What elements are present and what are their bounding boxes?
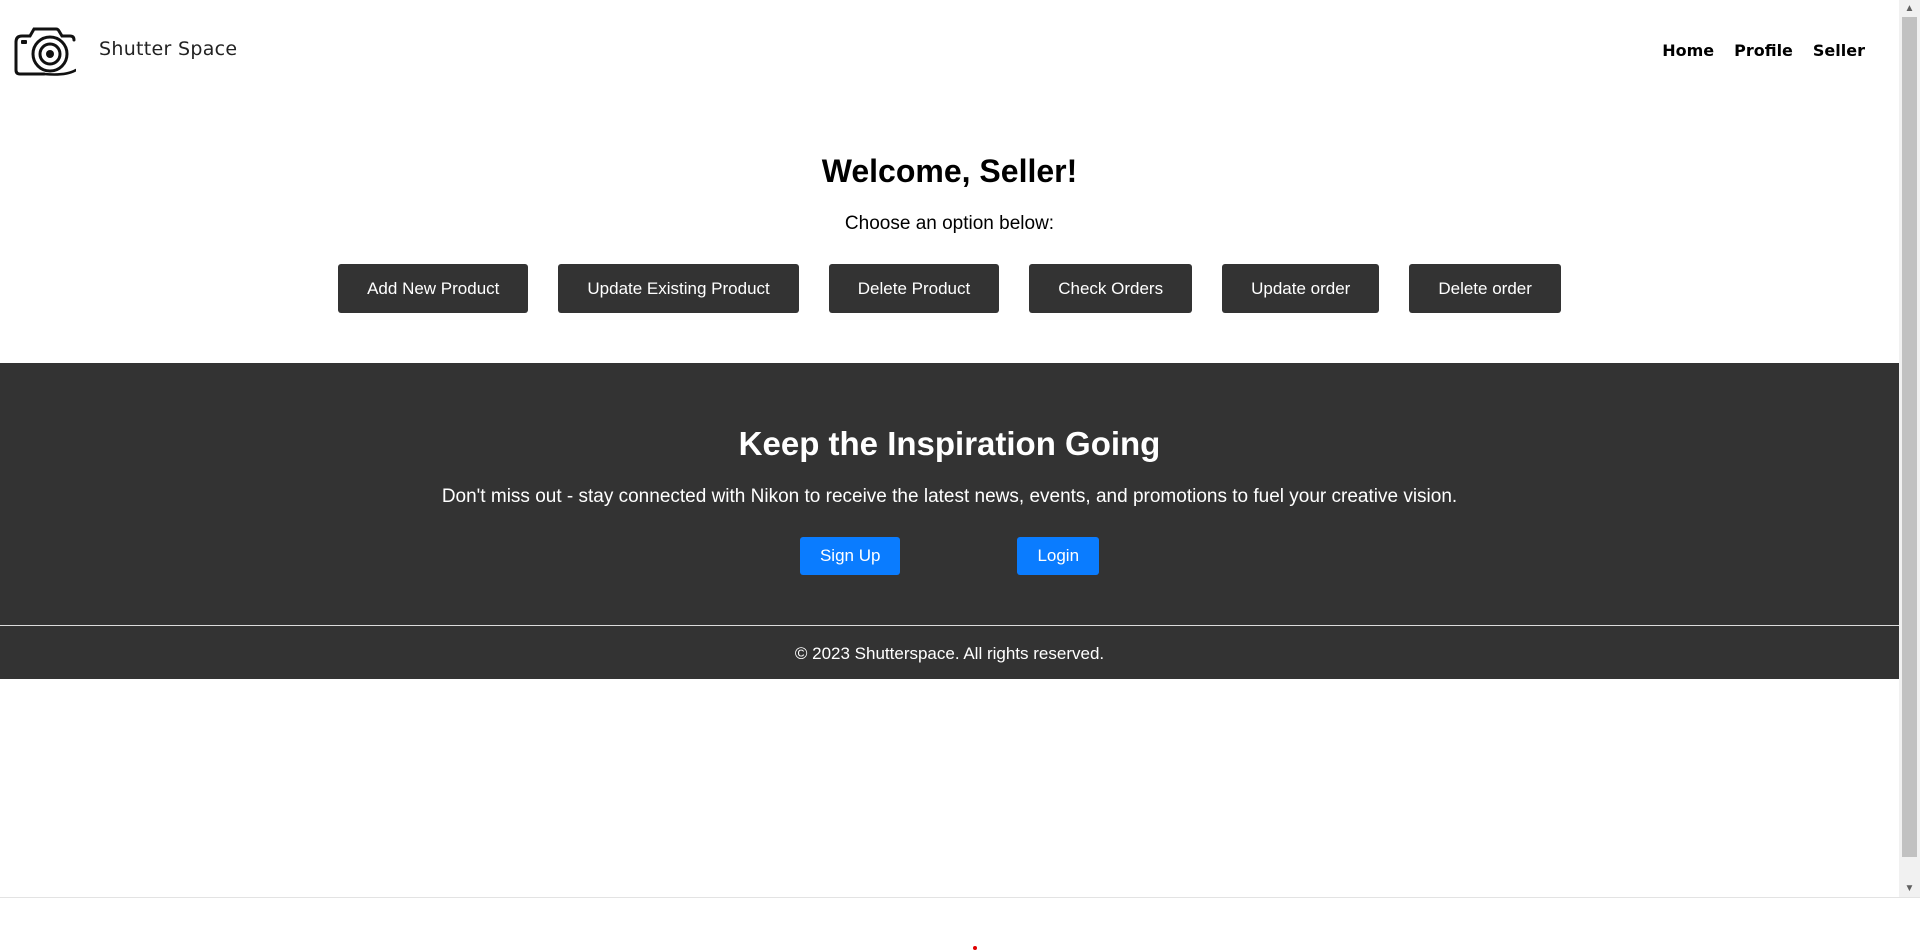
check-orders-button[interactable]: Check Orders (1029, 264, 1193, 313)
page-title: Welcome, Seller! (821, 153, 1078, 189)
brand-name: Shutter Space (99, 38, 238, 60)
site-header: Shutter Space Home Profile Seller (0, 0, 1899, 102)
scroll-down-arrow-icon[interactable]: ▼ (1899, 880, 1920, 897)
seller-actions: Add New Product Update Existing Product … (0, 264, 1899, 313)
main-nav: Home Profile Seller (1662, 41, 1865, 60)
page-subtitle: Choose an option below: (844, 213, 1055, 234)
add-new-product-button[interactable]: Add New Product (338, 264, 529, 313)
delete-product-button[interactable]: Delete Product (828, 264, 1000, 313)
vertical-scrollbar[interactable]: ▲ ▼ (1899, 0, 1920, 897)
nav-home-link[interactable]: Home (1662, 41, 1714, 60)
inspiration-title: Keep the Inspiration Going (738, 425, 1161, 462)
nav-profile-link[interactable]: Profile (1734, 41, 1793, 60)
nav-seller-link[interactable]: Seller (1813, 41, 1865, 60)
seller-dashboard: Welcome, Seller! Choose an option below:… (0, 102, 1899, 363)
sign-up-button[interactable]: Sign Up (799, 537, 901, 575)
delete-order-button[interactable]: Delete order (1409, 264, 1561, 313)
indicator-dot (973, 946, 977, 950)
bottom-bar (0, 897, 1920, 951)
scroll-up-arrow-icon[interactable]: ▲ (1899, 0, 1920, 17)
inspiration-text: Don't miss out - stay connected with Nik… (441, 486, 1458, 507)
site-footer: © 2023 Shutterspace. All rights reserved… (0, 626, 1899, 679)
update-order-button[interactable]: Update order (1222, 264, 1380, 313)
update-existing-product-button[interactable]: Update Existing Product (558, 264, 799, 313)
copyright-text: © 2023 Shutterspace. All rights reserved… (794, 644, 1105, 663)
inspiration-actions: Sign Up Login (0, 537, 1899, 575)
scrollbar-thumb[interactable] (1902, 17, 1917, 857)
page-viewport: Shutter Space Home Profile Seller Welcom… (0, 0, 1899, 897)
camera-icon[interactable] (14, 24, 76, 78)
inspiration-section: Keep the Inspiration Going Don't miss ou… (0, 363, 1899, 625)
login-button[interactable]: Login (1017, 537, 1100, 575)
